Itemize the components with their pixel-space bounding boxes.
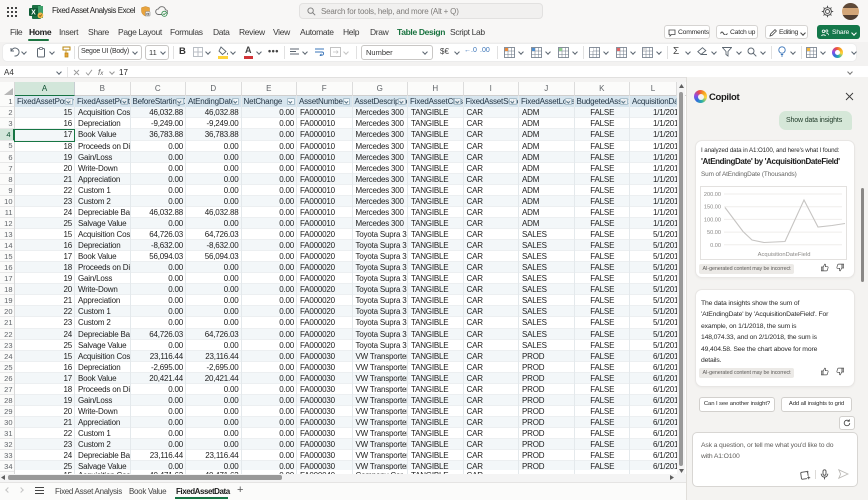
svg-text:200.00: 200.00 <box>704 192 721 198</box>
svg-text:X: X <box>31 10 36 17</box>
svg-text:150.00: 150.00 <box>704 205 721 211</box>
svg-text:AcquisitionDateField: AcquisitionDateField <box>758 252 811 258</box>
svg-text:0.00: 0.00 <box>710 243 721 249</box>
svg-text:50.00: 50.00 <box>707 230 721 236</box>
svg-text:100.00: 100.00 <box>704 217 721 223</box>
